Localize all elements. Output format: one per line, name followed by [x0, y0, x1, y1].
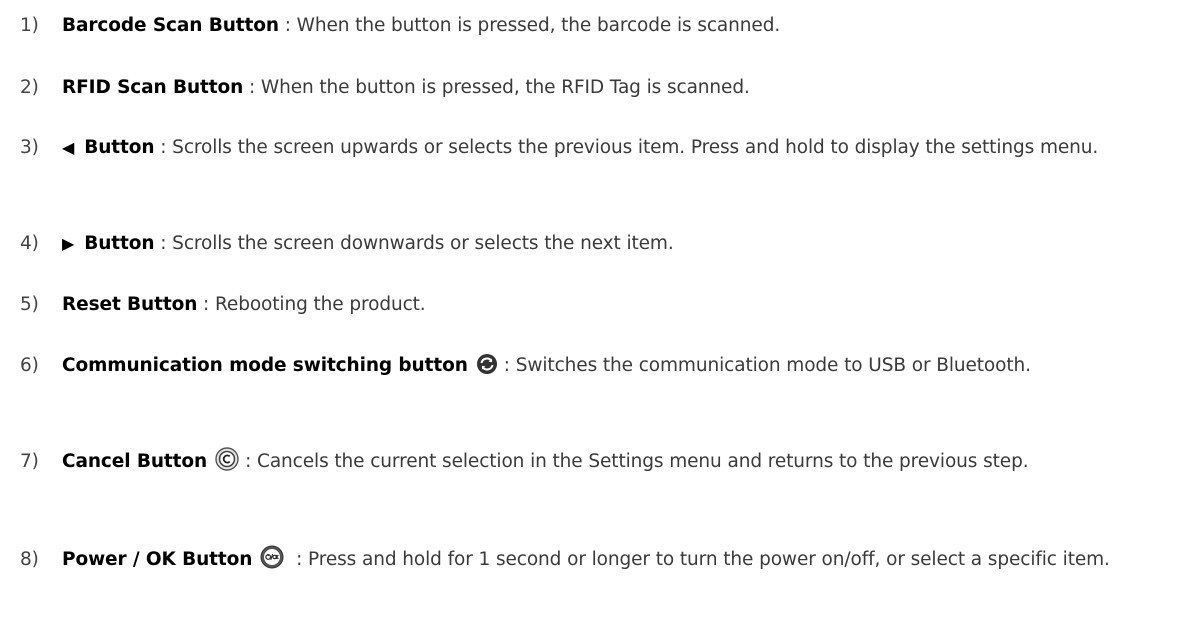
item-number: 2) [20, 77, 39, 98]
item-separator: : [503, 355, 516, 376]
item-number: 5) [20, 294, 39, 315]
list-item-rfid-scan: 2) RFID Scan Button : When the button is… [20, 70, 1173, 105]
item-number: 3) [20, 137, 39, 158]
item-separator: : [197, 294, 215, 315]
list-item-cancel: 7) Cancel Button: Cancels the current se… [20, 444, 1173, 483]
item-description: When the button is pressed, the barcode … [296, 15, 781, 36]
list-item-left-button: 3) ◀ Button : Scrolls the screen upwards … [20, 130, 1173, 165]
right-arrow-icon: ▶ [62, 234, 75, 253]
list-item-barcode-scan: 1) Barcode Scan Button : When the button… [20, 8, 1173, 43]
item-name: Cancel Button [62, 451, 208, 472]
sync-circle-icon [476, 352, 498, 387]
item-name: Power / OK Button [62, 549, 253, 570]
item-description: Cancels the current selection in the Set… [257, 451, 1029, 472]
item-name: Communication mode switching button [62, 355, 468, 376]
item-separator: : [154, 233, 173, 254]
item-number: 6) [20, 355, 39, 376]
left-arrow-icon: ◀ [62, 138, 75, 157]
list-item-communication-mode: 6) Communication mode switching button: … [20, 348, 1173, 387]
item-separator: : [243, 77, 261, 98]
list-item-right-button: 4) ▶ Button : Scrolls the screen downward… [20, 226, 1173, 261]
item-description: Press and hold for 1 second or longer to… [308, 549, 1110, 570]
item-number: 7) [20, 451, 39, 472]
item-number: 4) [20, 233, 39, 254]
list-item-reset: 5) Reset Button : Rebooting the product. [20, 287, 1173, 322]
item-separator: : [278, 15, 297, 36]
item-separator: : [290, 549, 309, 570]
item-name: Button [84, 233, 155, 254]
item-number: 8) [20, 549, 39, 570]
item-name: Button [84, 137, 155, 158]
item-description: Rebooting the product. [214, 294, 426, 315]
item-name: RFID Scan Button [62, 77, 244, 98]
item-description: Scrolls the screen downwards or selects … [172, 233, 674, 254]
item-name: Reset Button [62, 294, 198, 315]
item-description: When the button is pressed, the RFID Tag… [260, 77, 750, 98]
item-number: 1) [20, 15, 39, 36]
list-item-power-ok: 8) Power / OK Button : Press and hold fo… [20, 542, 1173, 581]
button-description-list: 1) Barcode Scan Button : When the button… [0, 0, 1191, 640]
cancel-c-circle-icon [215, 447, 239, 483]
item-separator: : [245, 451, 257, 472]
item-name: Barcode Scan Button [62, 15, 279, 36]
item-description: Switches the communication mode to USB o… [515, 355, 1031, 376]
item-separator: : [154, 137, 173, 158]
item-description: Scrolls the screen upwards or selects th… [172, 137, 1099, 158]
power-ok-circle-icon [260, 545, 284, 581]
